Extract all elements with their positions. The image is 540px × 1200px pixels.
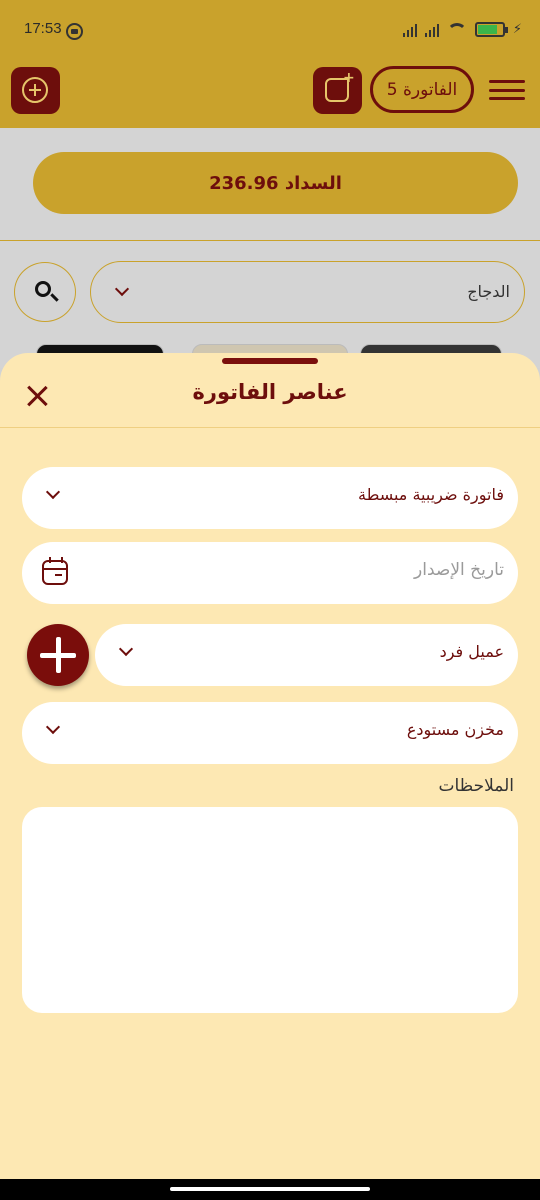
category-select[interactable]: الدجاج [90, 261, 525, 323]
signal-icon [424, 23, 439, 37]
issue-date-field[interactable]: تاريخ الإصدار [22, 542, 518, 604]
notification-icon [66, 23, 83, 40]
status-icons: ⚡ [402, 22, 522, 37]
invoice-items-sheet: عناصر الفاتورة فاتورة ضريبية مبسطة تاريخ… [0, 353, 540, 1179]
notes-label: الملاحظات [438, 776, 514, 796]
chevron-down-icon [45, 484, 61, 500]
background-content: السداد 236.96 الدجاج [0, 128, 540, 374]
battery-icon [474, 22, 508, 37]
add-circle-icon [22, 77, 48, 103]
charging-icon: ⚡ [512, 22, 522, 37]
invoice-number-label: الفاتورة 5 [386, 79, 458, 100]
customer-select[interactable]: عميل فرد [95, 624, 518, 686]
app-header: + الفاتورة 5 [0, 60, 540, 128]
wifi-icon [446, 22, 467, 37]
invoice-number-pill[interactable]: الفاتورة 5 [370, 66, 474, 113]
customer-value: عميل فرد [439, 642, 504, 661]
signal-icon [402, 23, 417, 37]
warehouse-select[interactable]: مخزن مستودع [22, 702, 518, 764]
chevron-down-icon [118, 641, 134, 657]
battery-level [477, 25, 497, 34]
system-nav-bar [0, 1179, 540, 1200]
status-bar: 17:53 ⚡ [0, 0, 540, 60]
payment-button[interactable]: السداد 236.96 [33, 152, 518, 214]
new-note-button[interactable]: + [313, 67, 362, 114]
home-gesture-bar[interactable] [170, 1187, 370, 1191]
add-customer-button[interactable] [27, 624, 89, 686]
add-invoice-button[interactable] [11, 67, 60, 114]
status-time: 17:53 [24, 20, 62, 37]
category-select-value: الدجاج [467, 282, 510, 301]
search-button[interactable] [14, 262, 76, 322]
warehouse-value: مخزن مستودع [406, 720, 504, 739]
chevron-down-icon [114, 281, 130, 297]
plus-icon: + [343, 70, 355, 86]
payment-label: السداد 236.96 [209, 172, 342, 194]
invoice-type-value: فاتورة ضريبية مبسطة [358, 485, 504, 504]
notes-textarea[interactable] [22, 807, 518, 1013]
divider [0, 427, 540, 428]
drag-handle[interactable] [222, 358, 318, 364]
issue-date-placeholder: تاريخ الإصدار [414, 560, 504, 580]
chevron-down-icon [45, 719, 61, 735]
sheet-title: عناصر الفاتورة [192, 380, 348, 404]
invoice-type-select[interactable]: فاتورة ضريبية مبسطة [22, 467, 518, 529]
calendar-icon[interactable] [42, 557, 68, 585]
menu-icon[interactable] [489, 80, 525, 100]
divider [0, 240, 540, 241]
search-icon [35, 281, 51, 297]
